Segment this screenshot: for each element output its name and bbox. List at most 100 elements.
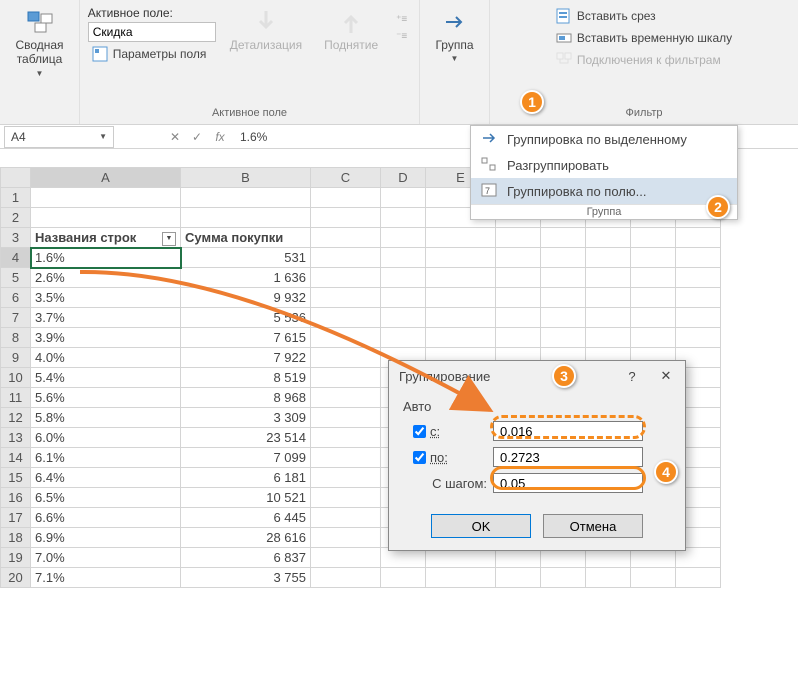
cell[interactable]: [426, 328, 496, 348]
cell[interactable]: 6.1%: [31, 448, 181, 468]
cell[interactable]: 23 514: [181, 428, 311, 448]
cell[interactable]: 3 755: [181, 568, 311, 588]
cell[interactable]: [676, 308, 721, 328]
cell[interactable]: [631, 248, 676, 268]
cell[interactable]: [311, 268, 381, 288]
cell[interactable]: [311, 468, 381, 488]
start-input[interactable]: [493, 421, 643, 441]
group-button[interactable]: Группа ▼: [427, 4, 481, 68]
cell[interactable]: 10 521: [181, 488, 311, 508]
row-header[interactable]: 14: [1, 448, 31, 468]
filter-dropdown-icon[interactable]: ▼: [162, 232, 176, 246]
cell[interactable]: [381, 208, 426, 228]
cell[interactable]: [311, 508, 381, 528]
cell[interactable]: 3 309: [181, 408, 311, 428]
cell[interactable]: [496, 248, 541, 268]
cell[interactable]: [426, 568, 496, 588]
cell[interactable]: 7.0%: [31, 548, 181, 568]
cell[interactable]: [676, 248, 721, 268]
end-input[interactable]: [493, 447, 643, 467]
cell[interactable]: [311, 548, 381, 568]
row-header[interactable]: 19: [1, 548, 31, 568]
cell[interactable]: [311, 308, 381, 328]
cell[interactable]: [631, 268, 676, 288]
cell[interactable]: [426, 288, 496, 308]
cell[interactable]: 2.6%: [31, 268, 181, 288]
cell[interactable]: [311, 328, 381, 348]
cell[interactable]: [311, 208, 381, 228]
cell[interactable]: [381, 228, 426, 248]
cell[interactable]: [311, 228, 381, 248]
cell[interactable]: [381, 268, 426, 288]
cell[interactable]: [311, 448, 381, 468]
ok-button[interactable]: OK: [431, 514, 531, 538]
cell[interactable]: [631, 308, 676, 328]
row-header[interactable]: 8: [1, 328, 31, 348]
cell[interactable]: 5 536: [181, 308, 311, 328]
row-header[interactable]: 20: [1, 568, 31, 588]
cell[interactable]: [586, 268, 631, 288]
cell[interactable]: 9 932: [181, 288, 311, 308]
row-header[interactable]: 5: [1, 268, 31, 288]
cell[interactable]: [181, 208, 311, 228]
cell[interactable]: [311, 568, 381, 588]
cell[interactable]: [311, 428, 381, 448]
cell[interactable]: [426, 228, 496, 248]
row-header[interactable]: 1: [1, 188, 31, 208]
cell[interactable]: [496, 568, 541, 588]
cell[interactable]: [586, 248, 631, 268]
cell[interactable]: Сумма покупки: [181, 228, 311, 248]
cell[interactable]: 6.4%: [31, 468, 181, 488]
row-header[interactable]: 11: [1, 388, 31, 408]
cell[interactable]: 3.9%: [31, 328, 181, 348]
cell[interactable]: 7 099: [181, 448, 311, 468]
cell[interactable]: [541, 568, 586, 588]
cell[interactable]: [631, 228, 676, 248]
cell[interactable]: [381, 188, 426, 208]
cell[interactable]: [586, 568, 631, 588]
cell[interactable]: [381, 288, 426, 308]
col-header-C[interactable]: C: [311, 168, 381, 188]
col-header-D[interactable]: D: [381, 168, 426, 188]
cell[interactable]: [541, 268, 586, 288]
cell[interactable]: 8 968: [181, 388, 311, 408]
cell[interactable]: 1.6%: [31, 248, 181, 268]
cell[interactable]: 6.6%: [31, 508, 181, 528]
cell[interactable]: 8 519: [181, 368, 311, 388]
cell[interactable]: 6.9%: [31, 528, 181, 548]
cell[interactable]: [31, 208, 181, 228]
cell[interactable]: 5.8%: [31, 408, 181, 428]
row-header[interactable]: 13: [1, 428, 31, 448]
field-params-button[interactable]: Параметры поля: [88, 44, 216, 64]
cell[interactable]: [676, 288, 721, 308]
accept-formula-button[interactable]: ✓: [186, 126, 208, 148]
cell[interactable]: 6 445: [181, 508, 311, 528]
group-by-selection-item[interactable]: Группировка по выделенному: [471, 126, 737, 152]
cell[interactable]: 7.1%: [31, 568, 181, 588]
row-header[interactable]: 16: [1, 488, 31, 508]
ungroup-item[interactable]: Разгруппировать: [471, 152, 737, 178]
cell[interactable]: [676, 328, 721, 348]
name-box[interactable]: A4 ▼: [4, 126, 114, 148]
cell[interactable]: [31, 188, 181, 208]
insert-slicer-button[interactable]: Вставить срез: [552, 6, 736, 26]
cell[interactable]: [541, 228, 586, 248]
select-all-corner[interactable]: [1, 168, 31, 188]
end-checkbox[interactable]: [413, 451, 426, 464]
cell[interactable]: 5.6%: [31, 388, 181, 408]
cell[interactable]: 3.5%: [31, 288, 181, 308]
cell[interactable]: 6 181: [181, 468, 311, 488]
cell[interactable]: [311, 528, 381, 548]
cell[interactable]: [181, 188, 311, 208]
cell[interactable]: [586, 288, 631, 308]
cell[interactable]: [631, 328, 676, 348]
cell[interactable]: [311, 388, 381, 408]
row-header[interactable]: 6: [1, 288, 31, 308]
cancel-formula-button[interactable]: ✕: [164, 126, 186, 148]
cell[interactable]: 6.0%: [31, 428, 181, 448]
row-header[interactable]: 3: [1, 228, 31, 248]
active-field-input[interactable]: [88, 22, 216, 42]
cell[interactable]: 6 837: [181, 548, 311, 568]
col-header-A[interactable]: A: [31, 168, 181, 188]
cell[interactable]: 7 922: [181, 348, 311, 368]
